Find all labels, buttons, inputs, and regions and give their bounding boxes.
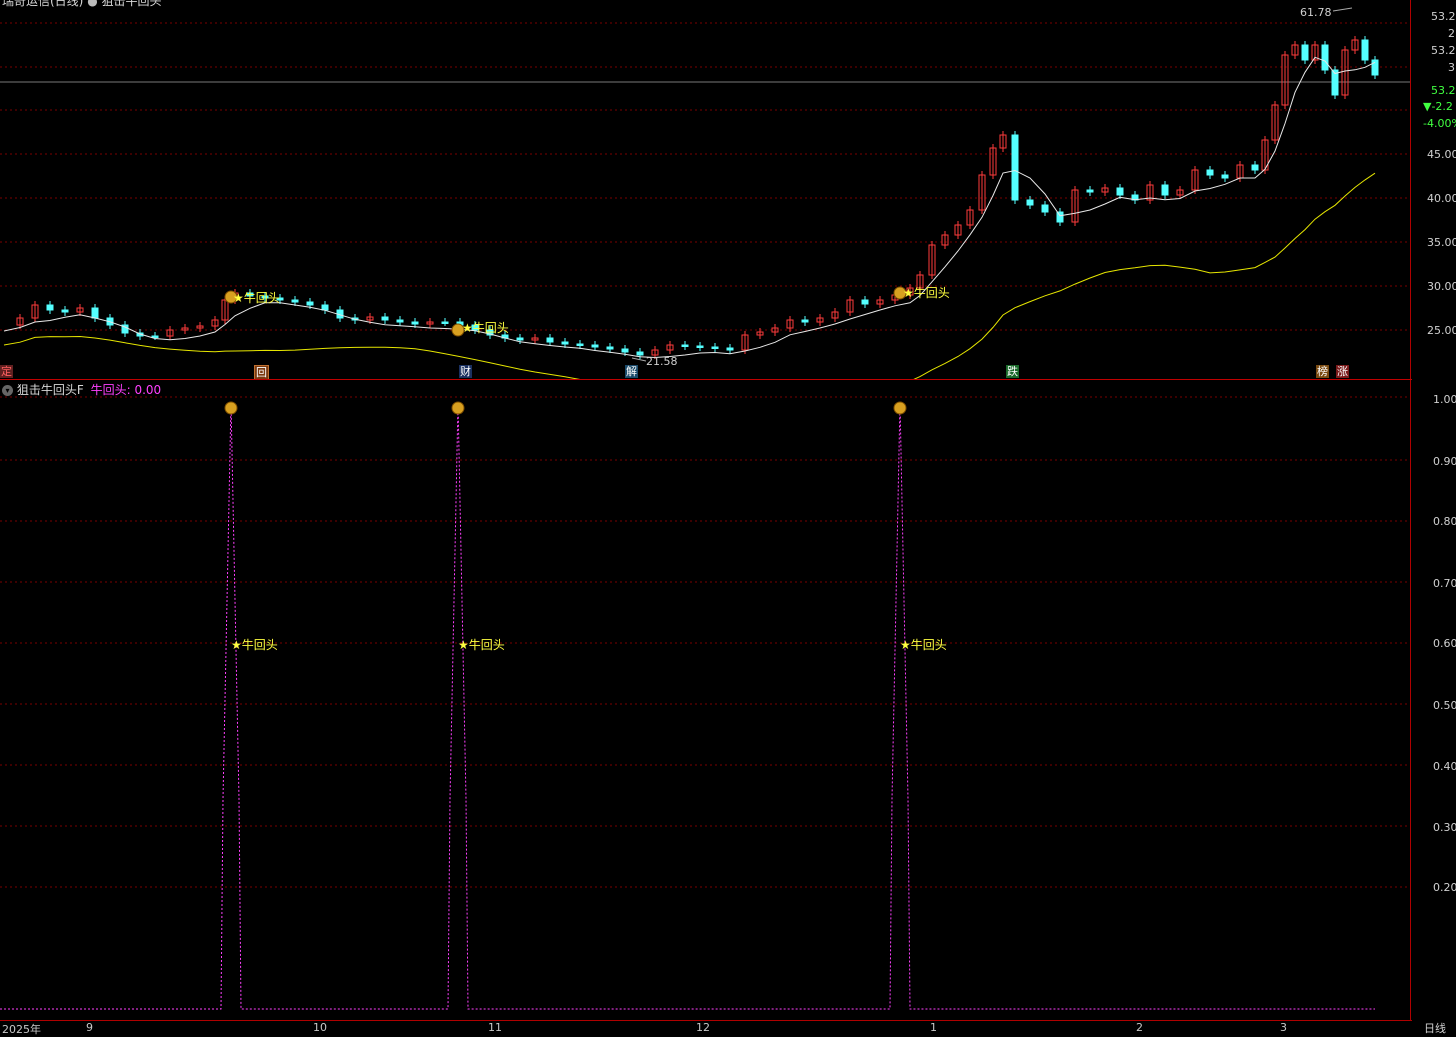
signal-label-price: ★牛回头 bbox=[903, 286, 950, 300]
indicator-chart[interactable] bbox=[0, 380, 1412, 1020]
indicator-axis-label: 0.90 bbox=[1433, 455, 1456, 468]
price-axis-label: 53.2 bbox=[1431, 10, 1456, 23]
price-axis-label: 40.00 bbox=[1427, 192, 1456, 205]
candle-body bbox=[1011, 134, 1019, 201]
indicator-signal-line bbox=[0, 401, 1375, 1010]
money-bag-icon bbox=[451, 401, 465, 415]
candle-body bbox=[1206, 169, 1214, 176]
candle-body bbox=[1161, 184, 1169, 196]
candle-body bbox=[61, 309, 69, 313]
indicator-axis-label: 0.70 bbox=[1433, 577, 1456, 590]
money-bag-icon bbox=[224, 401, 238, 415]
candle-body bbox=[306, 301, 314, 306]
low-price-label: 21.58 bbox=[646, 355, 678, 368]
candle-body bbox=[681, 344, 689, 347]
time-axis-label: 3 bbox=[1280, 1021, 1287, 1034]
indicator-axis-label: 0.60 bbox=[1433, 637, 1456, 650]
indicator-axis: 1.00 0.90 0.80 0.70 0.60 0.50 0.40 0.30 … bbox=[1410, 380, 1456, 1020]
candle-body bbox=[576, 343, 584, 346]
event-tag-zhang[interactable]: 涨 bbox=[1336, 365, 1349, 378]
time-axis-label: 9 bbox=[86, 1021, 93, 1034]
candle-body bbox=[621, 348, 629, 353]
indicator-axis-label: 0.50 bbox=[1433, 699, 1456, 712]
signal-label-indicator: ★牛回头 bbox=[231, 638, 278, 652]
ma-long-line bbox=[3, 172, 1376, 380]
event-tag-hui[interactable]: 回 bbox=[254, 365, 269, 380]
price-axis: 53.2 2 53.2 3 53.2 ▼-2.2 -4.00% 45.00 40… bbox=[1410, 0, 1456, 380]
candle-body bbox=[1116, 187, 1124, 196]
time-axis-label: 1 bbox=[930, 1021, 937, 1034]
candle-body bbox=[91, 307, 99, 319]
price-axis-label: 53.2 bbox=[1431, 44, 1456, 57]
candle-body bbox=[151, 335, 159, 338]
ma-short-line bbox=[3, 56, 1376, 359]
price-axis-label: 2 bbox=[1448, 27, 1455, 40]
candle-body bbox=[516, 337, 524, 341]
candle-body bbox=[561, 341, 569, 345]
price-axis-label: 45.00 bbox=[1427, 148, 1456, 161]
high-price-label: 61.78 bbox=[1300, 6, 1332, 19]
candle-body bbox=[711, 346, 719, 349]
candle-body bbox=[606, 346, 614, 350]
candle-body bbox=[1221, 174, 1229, 179]
candle-body bbox=[861, 299, 869, 305]
candle-body bbox=[1041, 204, 1049, 213]
candle-body bbox=[441, 321, 449, 324]
candle-body bbox=[1361, 39, 1369, 61]
signal-label-price: ★牛回头 bbox=[462, 321, 509, 335]
candle-body bbox=[591, 344, 599, 348]
candle-body bbox=[696, 345, 704, 348]
low-price-pointer bbox=[631, 357, 647, 362]
candle-body bbox=[1371, 59, 1379, 76]
candle-body bbox=[1251, 164, 1259, 171]
price-axis-label: 3 bbox=[1448, 61, 1455, 74]
time-axis-label: 10 bbox=[313, 1021, 327, 1034]
time-axis: 2025年 9 10 11 12 1 2 3 bbox=[0, 1020, 1412, 1036]
event-tag-die[interactable]: 跌 bbox=[1006, 365, 1019, 378]
time-axis-label: 12 bbox=[696, 1021, 710, 1034]
indicator-axis-label: 0.20 bbox=[1433, 881, 1456, 894]
event-tag-jie[interactable]: 解 bbox=[625, 365, 638, 378]
price-chart[interactable] bbox=[0, 0, 1412, 380]
signal-label-indicator: ★牛回头 bbox=[900, 638, 947, 652]
stock-chart-window: 瑞奇运信(日线) ● 狙击牛回头 53.2 2 53.2 3 53.2 ▼-2.… bbox=[0, 0, 1456, 1036]
candle-body bbox=[1301, 44, 1309, 61]
time-axis-label: 2025年 bbox=[2, 1023, 41, 1036]
price-change-pct-label: -4.00% bbox=[1423, 117, 1456, 130]
indicator-axis-label: 1.00 bbox=[1433, 393, 1456, 406]
price-axis-label: 35.00 bbox=[1427, 236, 1456, 249]
period-label[interactable]: 日线 bbox=[1424, 1020, 1446, 1036]
candle-body bbox=[1321, 44, 1329, 71]
event-tag-bang[interactable]: 榜 bbox=[1316, 365, 1329, 378]
candle-body bbox=[801, 319, 809, 323]
candle-body bbox=[411, 321, 419, 325]
time-axis-label: 11 bbox=[488, 1021, 502, 1034]
time-axis-label: 2 bbox=[1136, 1021, 1143, 1034]
price-axis-label: 25.00 bbox=[1427, 324, 1456, 337]
indicator-axis-label: 0.80 bbox=[1433, 515, 1456, 528]
price-change-label: ▼-2.2 bbox=[1423, 100, 1453, 113]
event-tag-ding[interactable]: 定 bbox=[0, 365, 13, 378]
candle-body bbox=[1086, 189, 1094, 193]
candle-body bbox=[546, 337, 554, 343]
candle-body bbox=[636, 351, 644, 356]
candle-body bbox=[46, 304, 54, 311]
price-axis-label: 30.00 bbox=[1427, 280, 1456, 293]
candle-body bbox=[321, 304, 329, 311]
indicator-axis-label: 0.40 bbox=[1433, 760, 1456, 773]
candle-body bbox=[381, 316, 389, 321]
signal-label-indicator: ★牛回头 bbox=[458, 638, 505, 652]
money-bag-icon bbox=[893, 401, 907, 415]
current-price-label: 53.2 bbox=[1431, 84, 1456, 97]
indicator-axis-label: 0.30 bbox=[1433, 821, 1456, 834]
event-tag-cai[interactable]: 财 bbox=[459, 365, 472, 378]
candle-body bbox=[1026, 199, 1034, 206]
candle-body bbox=[291, 299, 299, 303]
signal-label-price: ★牛回头 bbox=[233, 291, 280, 305]
high-price-pointer bbox=[1332, 7, 1353, 12]
candle-body bbox=[396, 319, 404, 323]
candle-body bbox=[726, 347, 734, 351]
